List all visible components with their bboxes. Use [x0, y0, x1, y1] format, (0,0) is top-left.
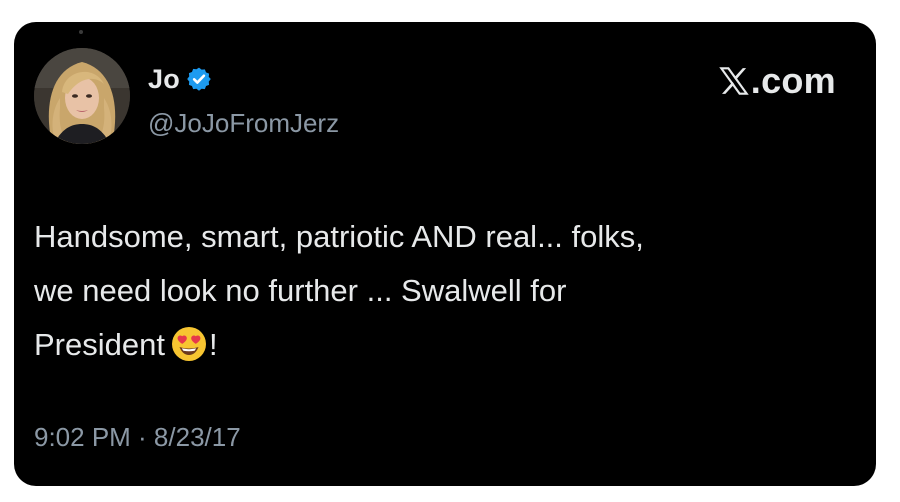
avatar[interactable] — [34, 48, 130, 144]
brand-label: .com — [750, 60, 836, 101]
author-name-row[interactable]: Jo — [148, 62, 212, 96]
tweet-body-exclamation: ! — [208, 327, 218, 362]
tweet-body: Handsome, smart, patriotic AND real... f… — [34, 210, 854, 372]
brand-watermark: .com — [718, 60, 836, 102]
user-handle[interactable]: @JoJoFromJerz — [148, 108, 339, 139]
tweet-body-word-president: President — [34, 327, 165, 362]
tweet-body-line-3: President! — [34, 318, 854, 372]
display-name[interactable]: Jo — [148, 64, 180, 95]
decorative-dot — [79, 30, 83, 34]
profile-photo-icon — [34, 48, 130, 144]
tweet-body-line-2: we need look no further ... Swalwell for — [34, 273, 567, 308]
tweet-body-line-1: Handsome, smart, patriotic AND real... f… — [34, 219, 644, 254]
tweet-card: Jo @JoJoFromJerz .com Handsome, smart, p… — [14, 22, 876, 486]
timestamp[interactable]: 9:02 PM · 8/23/17 — [34, 422, 241, 453]
heart-eyes-emoji-icon — [171, 327, 206, 361]
verified-badge-icon — [187, 67, 211, 91]
x-logo-icon — [719, 67, 749, 95]
